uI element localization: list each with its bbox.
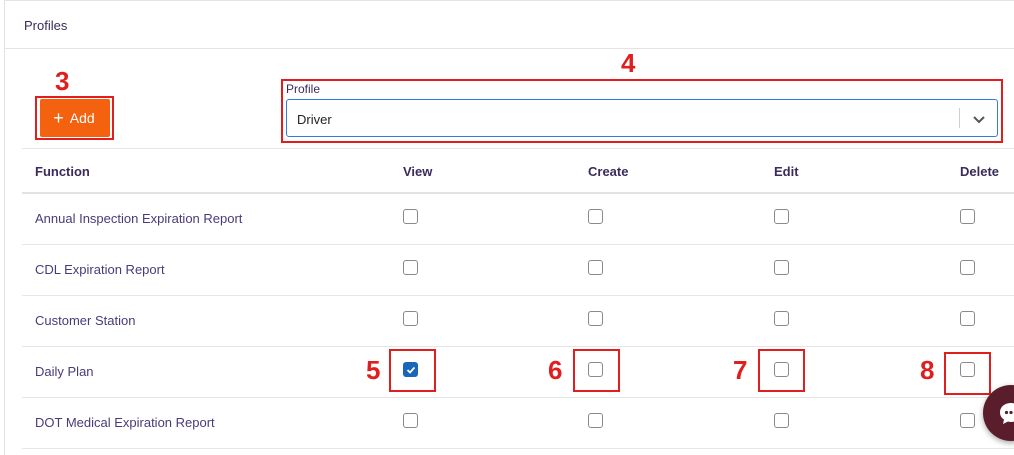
view-checkbox[interactable] xyxy=(403,413,418,428)
function-name: Annual Inspection Expiration Report xyxy=(35,211,243,226)
annotation-box-edit xyxy=(758,349,805,392)
annotation-8: 8 xyxy=(920,355,935,385)
table-row: Annual Inspection Expiration Report xyxy=(22,194,1014,245)
edit-checkbox[interactable] xyxy=(774,413,789,428)
profile-select[interactable]: Driver xyxy=(286,99,998,137)
edit-checkbox[interactable] xyxy=(774,311,789,326)
chevron-down-icon[interactable] xyxy=(971,111,987,127)
view-checkbox[interactable] xyxy=(403,260,418,275)
annotation-box-create xyxy=(573,349,620,392)
create-checkbox[interactable] xyxy=(588,209,603,224)
create-checkbox[interactable] xyxy=(588,413,603,428)
table-row: DOT Medical Expiration Report xyxy=(22,398,1014,449)
annotation-box-delete xyxy=(944,352,991,395)
create-checkbox[interactable] xyxy=(588,311,603,326)
function-name: Customer Station xyxy=(35,313,136,328)
add-button-label: Add xyxy=(69,110,95,126)
column-header-delete: Delete xyxy=(960,164,1000,179)
annotation-4: 4 xyxy=(621,48,636,78)
table-row: CDL Expiration Report xyxy=(22,245,1014,296)
column-header-view: View xyxy=(403,164,433,179)
column-header-edit: Edit xyxy=(774,164,799,179)
annotation-7: 7 xyxy=(733,355,748,385)
column-header-function: Function xyxy=(35,164,90,179)
chat-icon xyxy=(1000,403,1014,424)
card-header: Profiles xyxy=(5,1,1014,49)
annotation-5: 5 xyxy=(366,355,381,385)
page-title: Profiles xyxy=(24,18,68,33)
profile-label: Profile xyxy=(286,82,321,96)
table-row: Customer Station xyxy=(22,296,1014,347)
delete-checkbox[interactable] xyxy=(960,209,975,224)
view-checkbox[interactable] xyxy=(403,209,418,224)
column-header-create: Create xyxy=(588,164,629,179)
select-separator xyxy=(959,108,960,128)
profile-select-value: Driver xyxy=(297,112,332,127)
function-name: Daily Plan xyxy=(35,364,94,379)
annotation-6: 6 xyxy=(548,355,563,385)
view-checkbox[interactable] xyxy=(403,311,418,326)
function-name: CDL Expiration Report xyxy=(35,262,165,277)
annotation-3: 3 xyxy=(55,66,70,96)
table-header: Function View Create Edit Delete xyxy=(22,148,1014,194)
function-name: DOT Medical Expiration Report xyxy=(35,415,215,430)
edit-checkbox[interactable] xyxy=(774,209,789,224)
annotation-box-view xyxy=(389,349,436,392)
delete-checkbox[interactable] xyxy=(960,260,975,275)
create-checkbox[interactable] xyxy=(588,260,603,275)
plus-icon: + xyxy=(53,108,64,128)
table-row: Daily Plan xyxy=(22,347,1014,398)
edit-checkbox[interactable] xyxy=(774,260,789,275)
delete-checkbox[interactable] xyxy=(960,413,975,428)
add-button[interactable]: + Add xyxy=(38,99,110,137)
delete-checkbox[interactable] xyxy=(960,311,975,326)
